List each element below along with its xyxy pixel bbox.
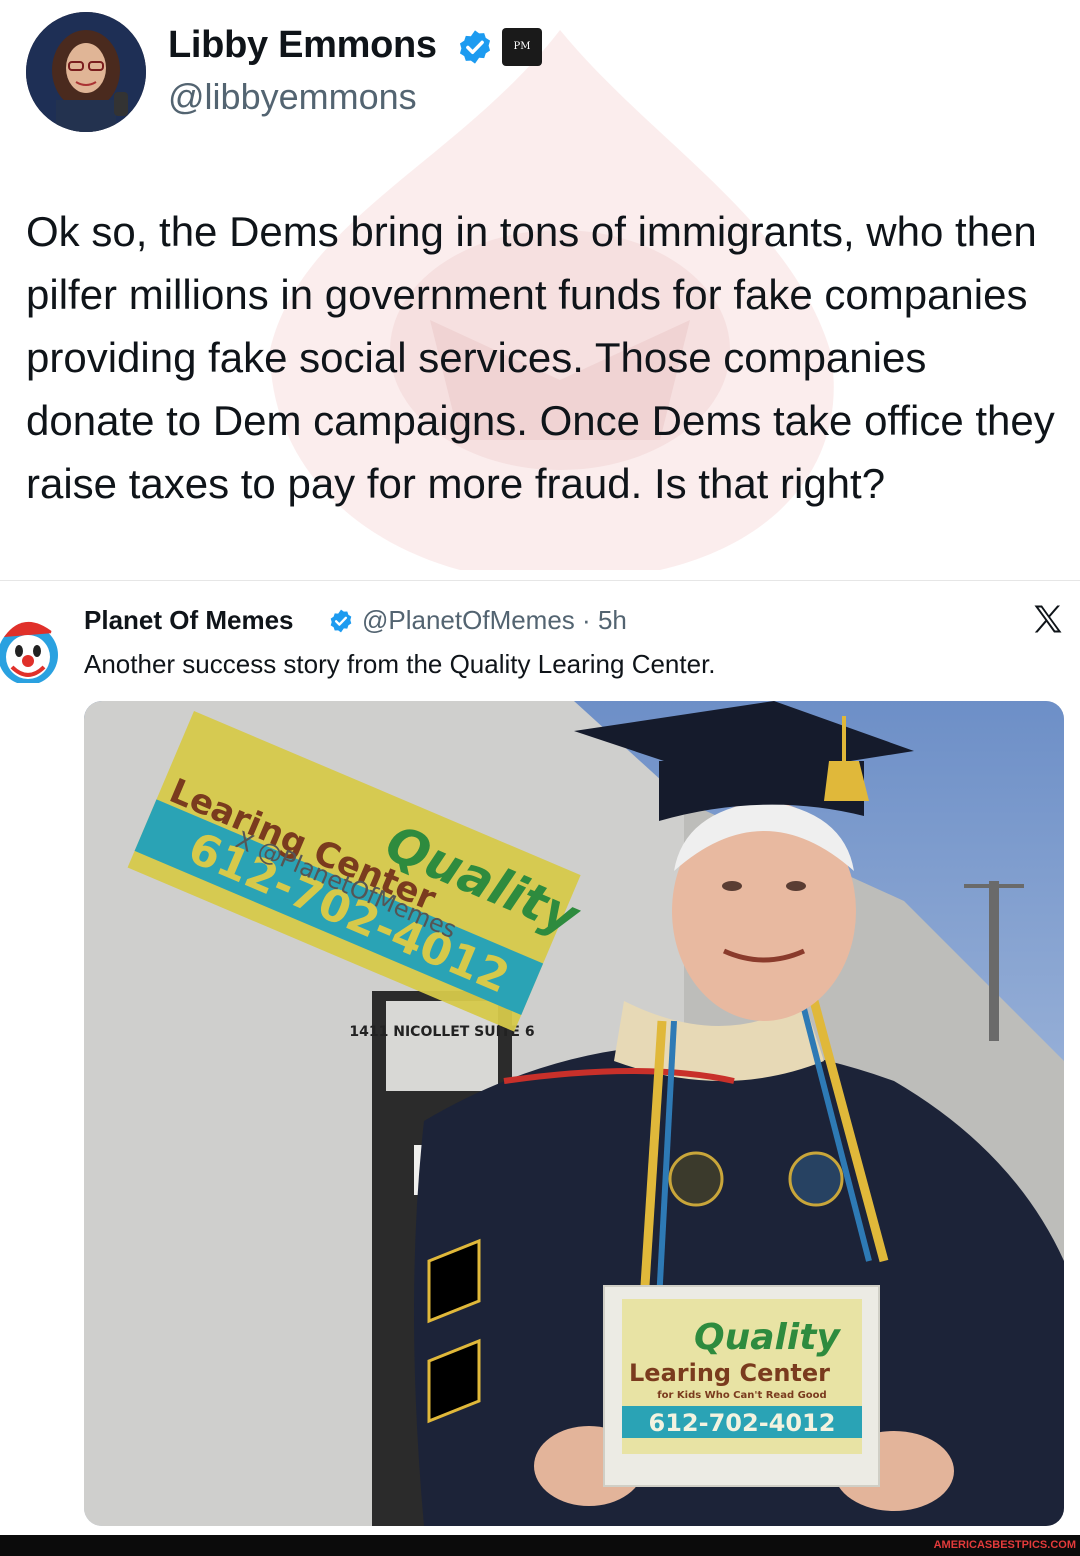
author-handle[interactable]: @libbyemmons [168,76,417,118]
held-sign: Quality Learing Center for Kids Who Can'… [603,1285,880,1487]
tweet-text: Ok so, the Dems bring in tons of immigra… [26,208,1055,507]
author-name[interactable]: Libby Emmons [168,24,437,67]
site-footer-bar: AMERICASBESTPICS.COM [0,1535,1080,1556]
graduation-photo-illustration: 1411 NICOLLET SUITE 6 Quality Learing Ce… [84,701,1064,1526]
avatar-portrait [26,12,146,132]
verified-badge-icon [459,30,491,64]
affiliate-badge: PM [502,28,542,66]
quoted-author-name[interactable]: Planet Of Memes [84,605,294,636]
held-sign-tagline: for Kids Who Can't Read Good [657,1390,826,1401]
main-tweet: Libby Emmons PM @libbyemmons Ok so, the … [0,0,1080,580]
held-sign-phone: 612-702-4012 [649,1409,836,1437]
meta-separator: · [582,605,591,635]
quoted-author-handle[interactable]: @PlanetOfMemes [362,605,575,635]
held-sign-line2: Learing Center [629,1359,830,1387]
tweet-image[interactable]: 1411 NICOLLET SUITE 6 Quality Learing Ce… [84,701,1064,1526]
verified-badge-icon [330,609,352,633]
author-avatar[interactable] [26,12,146,132]
site-brand: AMERICASBESTPICS.COM [933,1539,1076,1551]
quoted-tweet-text: Another success story from the Quality L… [84,649,716,679]
clown-avatar-icon[interactable] [0,603,60,683]
quoted-meta: @PlanetOfMemes · 5h [362,605,627,636]
held-sign-line1: Quality [694,1317,841,1358]
tweet-time[interactable]: 5h [598,605,627,635]
x-logo-icon [1034,605,1062,633]
quoted-tweet[interactable]: Planet Of Memes @PlanetOfMemes · 5h Anot… [0,580,1080,1536]
